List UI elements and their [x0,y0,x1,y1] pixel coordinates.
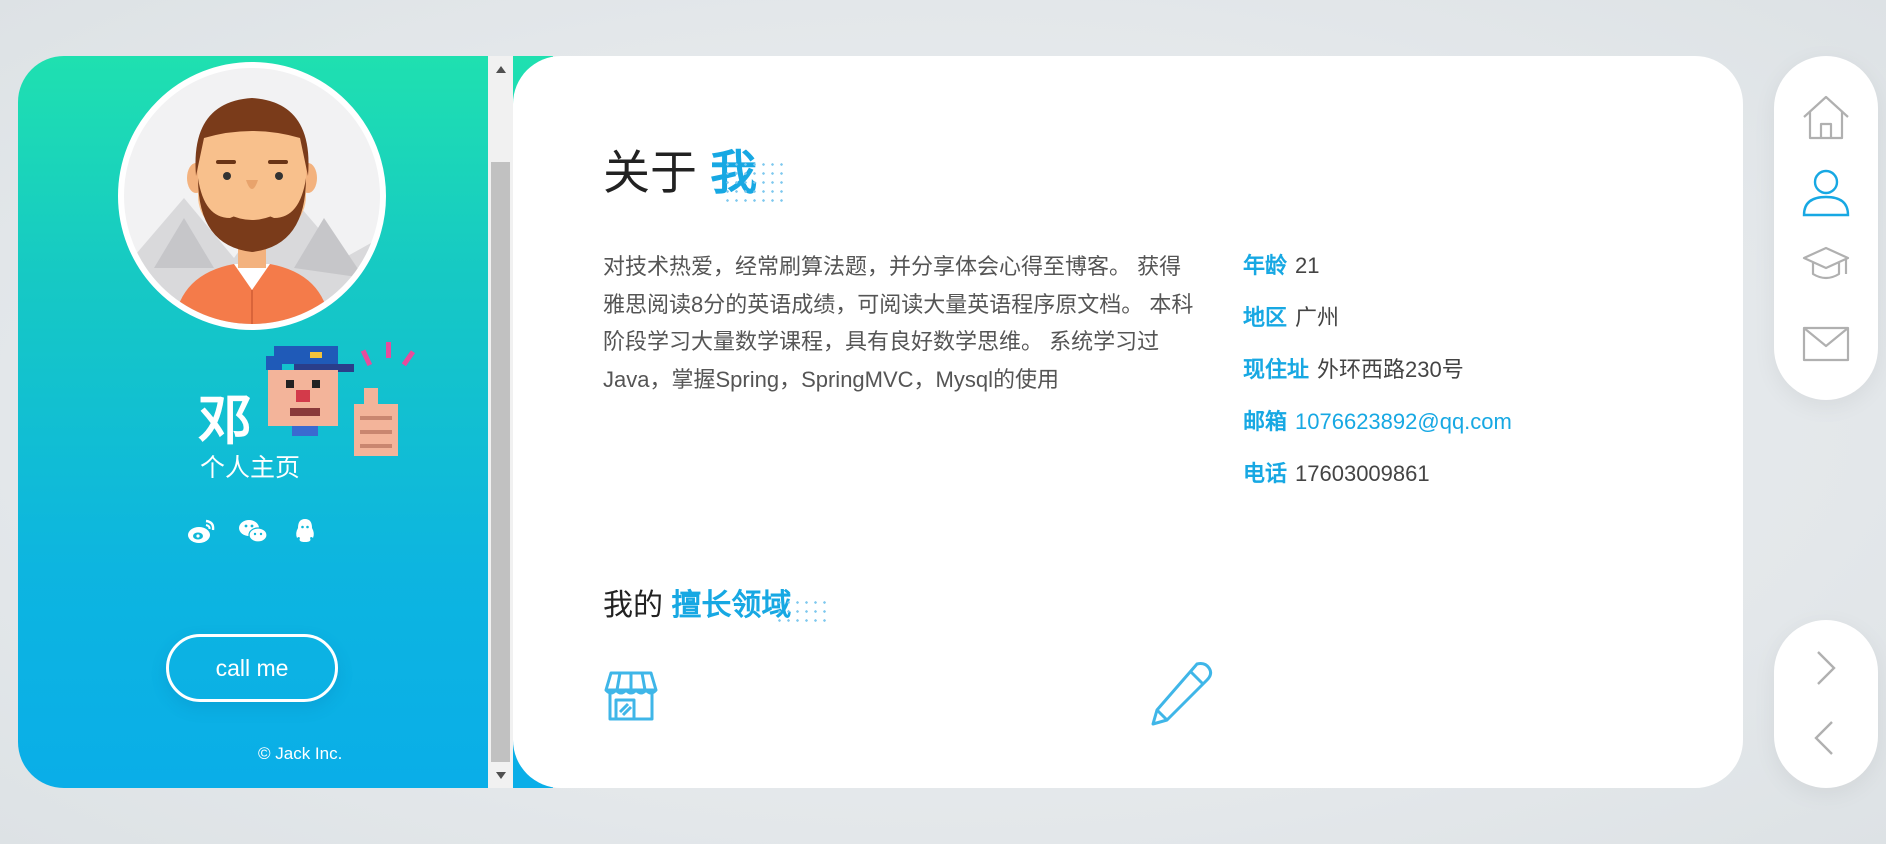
shop-icon [604,671,658,721]
chevron-left-icon[interactable] [1810,716,1840,760]
info-value: 广州 [1295,305,1340,330]
info-row-phone: 电话 17603009861 [1243,456,1512,508]
chevron-right-icon[interactable] [1810,646,1840,690]
name-row: 邓 [198,376,252,455]
info-row-region: 地区 广州 [1243,300,1512,352]
info-label: 电话 [1243,461,1288,486]
wechat-icon[interactable] [238,516,268,546]
avatar-illustration [124,98,380,324]
mail-icon[interactable] [1800,318,1852,370]
graduation-cap-icon[interactable] [1800,240,1852,292]
info-label: 地区 [1243,305,1288,330]
info-row-age: 年龄 21 [1243,248,1512,300]
copyright-text: © Jack Inc. [258,744,343,763]
skills-title-prefix: 我的 [603,589,663,622]
avatar [118,62,386,330]
call-me-button[interactable]: call me [166,634,338,702]
skills-title-highlight: 擅长领域 [671,589,792,622]
profile-subtitle: 个人主页 [200,453,301,482]
about-card: 关于 我 对技术热爱，经常刷算法题，并分享体会心得至博客。 获得雅思阅读8分的英… [513,56,1743,788]
info-row-email: 邮箱 1076623892@qq.com [1243,404,1512,456]
user-icon[interactable] [1800,166,1852,218]
about-title-highlight: 我 [710,146,758,199]
skills-title: 我的 擅长领域 [603,580,791,624]
info-value: 21 [1295,253,1320,278]
scroll-up-arrow-icon[interactable] [496,66,506,73]
profile-name: 邓 [198,389,252,452]
info-value: 外环西路230号 [1317,357,1464,382]
page-navigator [1774,620,1878,788]
scroll-thumb[interactable] [491,162,510,762]
info-label: 现住址 [1243,357,1310,382]
info-row-address: 现住址 外环西路230号 [1243,352,1512,404]
side-nav [1774,56,1878,400]
scroll-down-arrow-icon[interactable] [496,772,506,779]
profile-card: 邓 个人主页 call me © Jack Inc. [18,56,488,788]
info-label: 邮箱 [1243,409,1288,434]
info-list: 年龄 21 地区 广州 现住址 外环西路230号 邮箱 1076623892@qq.co… [1243,248,1512,508]
scrollbar[interactable] [488,56,513,788]
info-value: 17603009861 [1295,461,1430,486]
info-label: 年龄 [1243,253,1288,278]
qq-icon[interactable] [290,516,320,546]
pencil-icon [1151,662,1213,726]
about-description: 对技术热爱，经常刷算法题，并分享体会心得至博客。 获得雅思阅读8分的英语成绩，可… [603,254,1194,392]
weibo-icon[interactable] [186,516,216,546]
about-title-prefix: 关于 [603,146,697,199]
home-icon[interactable] [1800,92,1852,144]
about-title: 关于 我 [603,134,757,203]
social-links [186,516,320,546]
email-link[interactable]: 1076623892@qq.com [1295,409,1512,434]
